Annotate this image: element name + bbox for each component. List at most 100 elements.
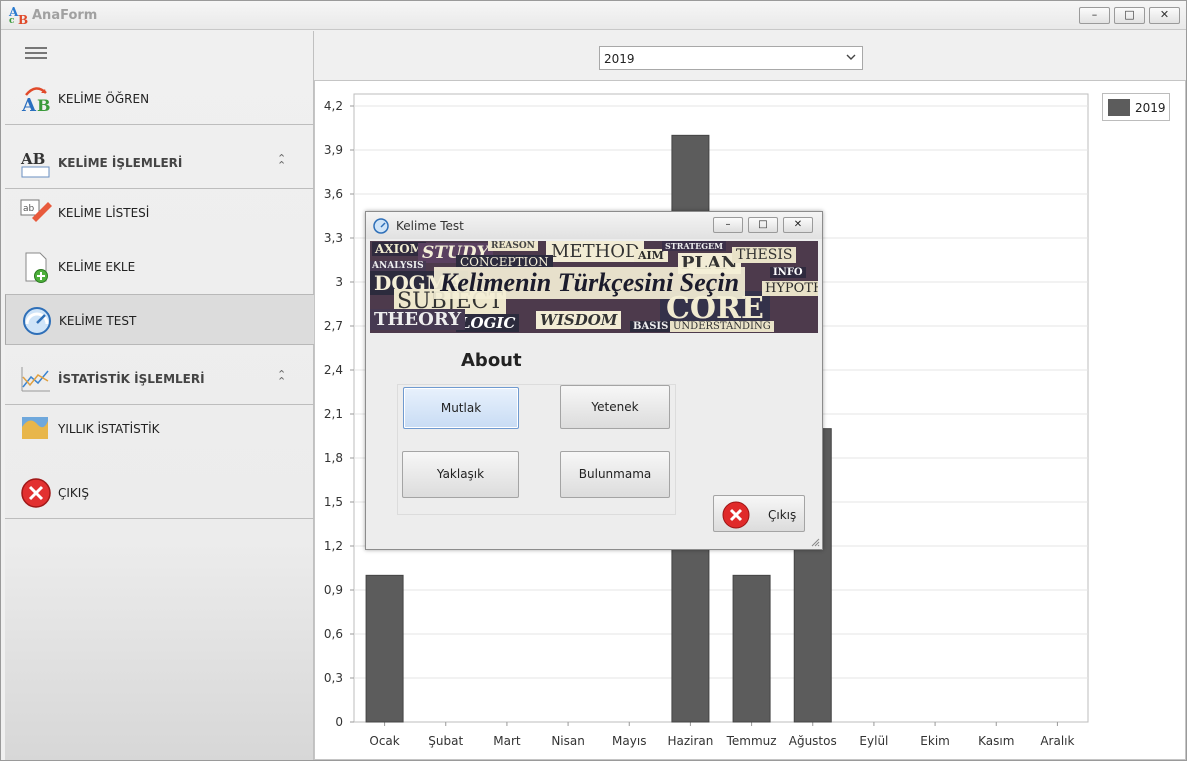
bar [365,574,404,723]
chart-legend: 2019 [1102,93,1170,121]
option-button-bulunmama[interactable]: Bulunmama [560,451,670,498]
banner-word: THESIS [732,247,797,263]
year-select-value: 2019 [604,52,635,66]
x-tick-label: Kasım [978,734,1014,748]
divider [5,124,314,125]
banner-word: STRATEGEM [662,241,726,251]
sidebar-item-label: KELİME ÖĞREN [58,92,150,106]
collapse-icon[interactable]: ⌃ ⌃ [277,153,286,171]
option-button-yetenek[interactable]: Yetenek [560,385,670,429]
sidebar-item-kelime-test[interactable]: KELİME TEST [5,294,314,345]
x-tick-label: Aralık [1040,734,1074,748]
banner-word: HYPOTHESIS [762,281,818,296]
area-chart-icon [22,417,48,439]
dialog-close-button[interactable]: ✕ [783,217,813,233]
close-button[interactable]: ✕ [1149,7,1180,24]
line-chart-icon [21,367,50,392]
divider [5,518,314,519]
sidebar-item-kelime-listesi[interactable]: ab KELİME LİSTESİ [5,189,314,241]
banner-word: REASON [488,241,538,251]
app-logo-icon: ABc [9,5,29,27]
x-tick-label: Nisan [551,734,585,748]
sidebar-item-kelime-ekle[interactable]: KELİME EKLE [5,241,314,293]
x-tick-label: Ekim [920,734,950,748]
collapse-icon[interactable]: ⌃ ⌃ [277,369,286,387]
banner-word: THEORY [370,309,466,330]
y-tick-label: 3,6 [324,187,343,201]
sidebar: A B KELİME ÖĞREN AB KELİME İŞLEMLERİ ⌃ ⌃ … [5,31,314,760]
banner-image: AXIOM STUDY REASON METHOD CONCEPTION AIM… [370,241,818,333]
y-tick-label: 0 [335,715,343,729]
dialog-maximize-button[interactable]: □ [748,217,778,233]
dialog-title-bar: Kelime Test – □ ✕ [366,212,822,239]
svg-text:ab: ab [23,204,35,214]
ab-book-icon: AB [20,150,50,178]
y-tick-label: 3,9 [324,143,343,157]
sidebar-group-istatistik-islemleri[interactable]: İSTATİSTİK İŞLEMLERİ ⌃ ⌃ [5,353,314,405]
y-tick-label: 4,2 [324,99,343,113]
year-select[interactable]: 2019 [599,46,863,70]
document-add-icon [25,252,48,283]
resize-grip-icon[interactable] [810,537,820,547]
maximize-button[interactable]: □ [1114,7,1145,24]
x-tick-label: Haziran [667,734,713,748]
minimize-button[interactable]: – [1079,7,1110,24]
close-circle-icon [21,478,51,508]
y-tick-label: 1,8 [324,451,343,465]
banner-word: INFO [770,267,806,278]
legend-label: 2019 [1135,101,1166,115]
banner-word: LOGIC [456,314,520,332]
exit-button[interactable]: Çıkış [713,495,805,532]
sidebar-item-cikis[interactable]: ÇIKIŞ [5,467,314,519]
ab-learn-icon: A B [21,87,51,115]
banner-word: BASIS [630,321,672,332]
gauge-icon [23,307,51,335]
banner-word: UNDERSTANDING [670,321,774,332]
dialog-title: Kelime Test [396,219,464,233]
svg-text:AB: AB [20,150,45,168]
bar [732,574,771,723]
sidebar-item-kelime-ogren[interactable]: A B KELİME ÖĞREN [5,73,314,125]
x-tick-label: Eylül [859,734,888,748]
option-button-mutlak[interactable]: Mutlak [403,387,519,429]
sidebar-item-yillik-istatistik[interactable]: YILLIK İSTATİSTİK [5,405,314,457]
x-tick-label: Ağustos [789,734,837,748]
list-edit-icon: ab [20,199,52,222]
y-tick-label: 0,9 [324,583,343,597]
sidebar-item-label: ÇIKIŞ [58,486,89,500]
sidebar-item-label: YILLIK İSTATİSTİK [58,422,160,436]
y-tick-label: 1,5 [324,495,343,509]
x-tick-label: Şubat [428,734,463,748]
sidebar-item-label: KELİME LİSTESİ [58,206,150,220]
x-tick-label: Mayıs [612,734,646,748]
option-button-yaklasik[interactable]: Yaklaşık [402,451,519,498]
banner-word: ANALYSIS [370,261,426,271]
x-tick-label: Ocak [369,734,399,748]
window-title: AnaForm [32,8,98,23]
y-tick-label: 1,2 [324,539,343,553]
x-tick-label: Temmuz [726,734,777,748]
dialog-minimize-button[interactable]: – [713,217,743,233]
legend-swatch [1108,99,1130,116]
y-tick-label: 2,1 [324,407,343,421]
sidebar-group-kelime-islemleri[interactable]: AB KELİME İŞLEMLERİ ⌃ ⌃ [5,137,314,189]
banner-word: METHOD [546,241,645,262]
svg-text:B: B [37,96,51,115]
sidebar-item-label: KELİME TEST [59,314,137,328]
banner-word: WISDOM [536,311,622,329]
title-bar: ABc AnaForm – □ ✕ [1,1,1186,30]
y-tick-label: 2,7 [324,319,343,333]
sidebar-group-label: İSTATİSTİK İŞLEMLERİ [58,372,205,386]
y-tick-label: 0,3 [324,671,343,685]
banner-heading: Kelimenin Türkçesini Seçin [434,267,746,299]
y-tick-label: 3,3 [324,231,343,245]
hamburger-icon[interactable] [25,47,47,59]
x-tick-label: Mart [493,734,521,748]
kelime-test-dialog: Kelime Test – □ ✕ AXIOM STUDY REASON MET… [365,211,823,550]
sidebar-group-label: KELİME İŞLEMLERİ [58,156,183,170]
svg-text:A: A [21,95,37,115]
chevron-down-icon [846,54,856,60]
y-tick-label: 0,6 [324,627,343,641]
close-circle-icon [722,501,750,529]
gauge-icon [373,218,389,234]
